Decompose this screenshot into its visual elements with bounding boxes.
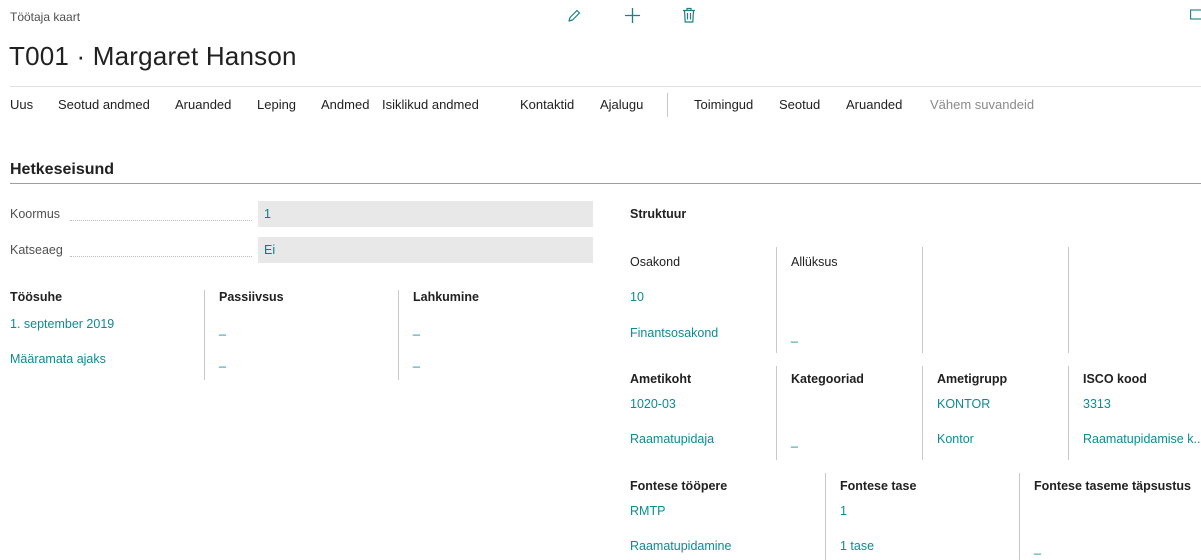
- tooshue-heading: Töösuhe: [10, 290, 63, 304]
- column-divider: [922, 247, 923, 353]
- osakond-label: Osakond: [630, 255, 681, 269]
- action-isiklikud-andmed[interactable]: Isiklikud andmed: [382, 97, 479, 112]
- action-toimingud[interactable]: Toimingud: [694, 97, 753, 112]
- page-title: T001 · Margaret Hanson: [9, 41, 297, 71]
- allyksus-value[interactable]: _: [791, 329, 798, 343]
- section-divider: [10, 183, 1201, 184]
- allyksus-label: Allüksus: [791, 255, 838, 269]
- action-aruanded[interactable]: Aruanded: [175, 97, 231, 112]
- fontese-tapsustus-value[interactable]: _: [1034, 541, 1041, 555]
- fontese-tase-name-link[interactable]: 1 tase: [840, 539, 874, 553]
- fontese-tase-heading: Fontese tase: [840, 479, 917, 493]
- action-ajalugu[interactable]: Ajalugu: [600, 97, 643, 112]
- fontese-tooppere-code-link[interactable]: RMTP: [630, 504, 665, 518]
- action-leping[interactable]: Leping: [257, 97, 296, 112]
- lahkumine-heading: Lahkumine: [413, 290, 479, 304]
- action-seotud[interactable]: Seotud: [779, 97, 820, 112]
- pencil-icon[interactable]: [566, 8, 582, 24]
- action-andmed[interactable]: Andmed: [321, 97, 369, 112]
- koormus-label: Koormus: [10, 207, 61, 221]
- tooshue-type-link[interactable]: Määramata ajaks: [10, 352, 106, 366]
- window-icon[interactable]: [1190, 9, 1201, 21]
- koormus-field[interactable]: 1: [258, 201, 593, 227]
- ametigrupp-name-link[interactable]: Kontor: [937, 432, 974, 446]
- fewer-options-button[interactable]: Vähem suvandeid: [930, 97, 1034, 112]
- ametikoht-name-link[interactable]: Raamatupidaja: [630, 432, 714, 446]
- struktuur-heading: Struktuur: [630, 207, 687, 221]
- ametigrupp-heading: Ametigrupp: [937, 372, 1008, 386]
- ametikoht-code-link[interactable]: 1020-03: [630, 397, 676, 411]
- lahkumine-value-1[interactable]: _: [413, 322, 420, 336]
- page-caption: Töötaja kaart: [10, 10, 81, 24]
- passiivsus-value-2[interactable]: _: [219, 354, 226, 368]
- action-aruanded-2[interactable]: Aruanded: [846, 97, 902, 112]
- osakond-name-link[interactable]: Finantsosakond: [630, 326, 718, 340]
- fontese-tooppere-heading: Fontese tööpere: [630, 479, 728, 493]
- tooshue-start-link[interactable]: 1. september 2019: [10, 317, 114, 331]
- trash-icon[interactable]: [682, 7, 696, 23]
- column-divider: [776, 247, 777, 353]
- column-divider: [922, 366, 923, 460]
- action-bar: Uus Seotud andmed Aruanded Leping Andmed…: [10, 86, 1201, 125]
- section-title: Hetkeseisund: [10, 161, 115, 178]
- column-divider: [204, 290, 205, 380]
- column-divider: [1068, 366, 1069, 460]
- action-seotud-andmed[interactable]: Seotud andmed: [58, 97, 150, 112]
- passiivsus-value-1[interactable]: _: [219, 322, 226, 336]
- katseaeg-label: Katseaeg: [10, 243, 63, 257]
- field-leader: [70, 256, 252, 257]
- action-divider: [667, 93, 668, 117]
- fontese-tapsustus-heading: Fontese taseme täpsustus: [1034, 479, 1191, 493]
- fontese-tooppere-name-link[interactable]: Raamatupidamine: [630, 539, 731, 553]
- isco-name-link[interactable]: Raamatupidamise k...: [1083, 432, 1201, 446]
- ametigrupp-code-link[interactable]: KONTOR: [937, 397, 990, 411]
- field-leader: [70, 220, 252, 221]
- kategooriad-heading: Kategooriad: [791, 372, 864, 386]
- fontese-tase-code-link[interactable]: 1: [840, 504, 847, 518]
- osakond-code-link[interactable]: 10: [630, 290, 644, 304]
- column-divider: [1068, 247, 1069, 353]
- plus-icon[interactable]: [624, 7, 641, 24]
- katseaeg-field[interactable]: Ei: [258, 237, 593, 263]
- isco-code-link[interactable]: 3313: [1083, 397, 1111, 411]
- action-uus[interactable]: Uus: [10, 97, 33, 112]
- isco-heading: ISCO kood: [1083, 372, 1147, 386]
- column-divider: [825, 473, 826, 560]
- ametikoht-heading: Ametikoht: [630, 372, 692, 386]
- passiivsus-heading: Passiivsus: [219, 290, 284, 304]
- lahkumine-value-2[interactable]: _: [413, 354, 420, 368]
- column-divider: [1019, 473, 1020, 560]
- column-divider: [398, 290, 399, 380]
- kategooriad-value[interactable]: _: [791, 434, 798, 448]
- column-divider: [776, 366, 777, 460]
- action-kontaktid[interactable]: Kontaktid: [520, 97, 574, 112]
